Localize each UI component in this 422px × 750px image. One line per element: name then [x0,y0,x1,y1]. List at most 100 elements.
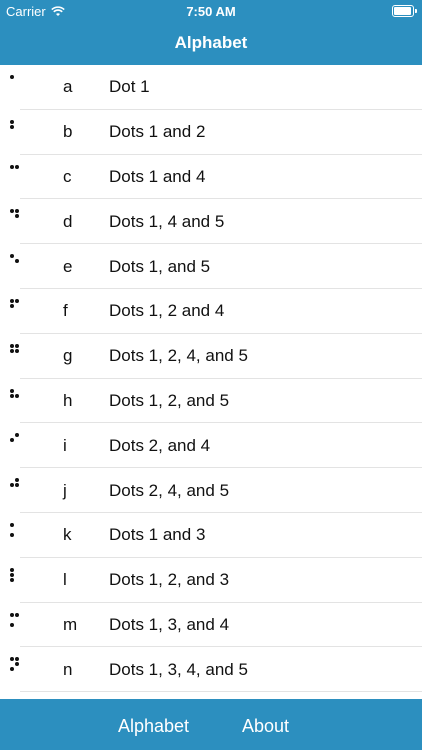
braille-dot [10,164,14,169]
braille-dot [10,572,14,577]
list-item[interactable]: j Dots 2, 4, and 5 [0,468,422,513]
list-item[interactable]: e Dots 1, and 5 [0,244,422,289]
braille-cell-icon [10,612,22,633]
letter-label: d [63,211,73,231]
status-bar: Carrier 7:50 AM [0,0,422,22]
braille-cell-icon [10,75,22,95]
braille-dot [15,214,19,219]
braille-cell-icon [10,388,22,409]
battery-icon [392,5,417,17]
braille-dot [10,522,14,527]
letter-label: k [63,525,72,545]
letter-label: h [63,390,73,410]
braille-dot [15,478,19,483]
braille-dot [10,124,14,129]
list-item[interactable]: i Dots 2, and 4 [0,423,422,468]
dots-description: Dots 1 and 3 [109,525,206,545]
letter-label: a [63,77,73,97]
dots-description: Dots 1, 2 and 4 [109,301,225,321]
list-item[interactable]: f Dots 1, 2 and 4 [0,289,422,334]
list-item[interactable]: b Dots 1 and 2 [0,110,422,155]
braille-dot [10,303,14,308]
braille-dot [15,612,19,617]
braille-cell-icon [10,567,22,588]
braille-cell-icon [10,298,22,319]
braille-dot [15,164,19,169]
tab-bar: Alphabet About [0,699,422,750]
letter-label: e [63,256,73,276]
braille-cell-icon [10,209,22,229]
alphabet-list[interactable]: a Dot 1 b Dots 1 and 2 c Dots 1 and 4 d … [0,65,422,699]
dots-description: Dot 1 [109,77,150,97]
braille-dot [10,577,14,582]
braille-dot [15,393,19,398]
braille-dot [15,343,19,348]
dots-description: Dots 1, 2, and 3 [109,570,230,590]
list-item[interactable]: n Dots 1, 3, 4, and 5 [0,647,422,692]
dots-description: Dots 1, 2, and 5 [109,390,230,410]
letter-label: b [63,122,73,142]
letter-label: j [63,480,67,500]
braille-dot [10,657,14,662]
braille-dot [10,438,14,443]
braille-dot [15,209,19,214]
letter-label: f [63,301,68,321]
list-item[interactable]: g Dots 1, 2, 4, and 5 [0,334,422,379]
letter-label: g [63,346,73,366]
list-item[interactable]: k Dots 1 and 3 [0,513,422,558]
braille-dot [15,483,19,488]
dots-description: Dots 2, and 4 [109,435,211,455]
list-item[interactable]: a Dot 1 [0,65,422,110]
braille-dot [10,119,14,124]
letter-label: n [63,659,73,679]
dots-description: Dots 1, 4 and 5 [109,211,225,231]
braille-cell-icon [10,478,22,498]
braille-cell-icon [10,254,22,274]
letter-label: m [63,614,78,634]
braille-dot [10,209,14,214]
dots-description: Dots 1 and 2 [109,122,206,142]
braille-dot [10,483,14,488]
tab-alphabet[interactable]: Alphabet [118,716,189,737]
braille-dot [10,567,14,572]
braille-cell-icon [10,343,22,364]
braille-dot [10,343,14,348]
tab-about[interactable]: About [242,716,289,737]
dots-description: Dots 1 and 4 [109,166,206,186]
braille-cell-icon [10,164,22,185]
letter-label: i [63,435,67,455]
braille-dot [10,622,14,627]
list-item[interactable]: c Dots 1 and 4 [0,155,422,200]
list-item[interactable]: l Dots 1, 2, and 3 [0,558,422,603]
dots-description: Dots 1, 3, 4, and 5 [109,659,248,679]
letter-label: c [63,166,72,186]
braille-dot [10,75,14,79]
braille-dot [15,433,19,438]
braille-dot [10,532,14,537]
navigation-header: Carrier 7:50 AM Alphabet [0,0,422,65]
letter-label: l [63,570,67,590]
page-title: Alphabet [174,33,248,52]
list-item[interactable]: m Dots 1, 3, and 4 [0,603,422,648]
braille-dot [15,298,19,303]
dots-description: Dots 1, 3, and 4 [109,614,230,634]
list-item[interactable]: d Dots 1, 4 and 5 [0,199,422,244]
dots-description: Dots 2, 4, and 5 [109,480,230,500]
status-time: 7:50 AM [186,4,236,19]
braille-cell-icon [10,433,22,453]
braille-dot [10,388,14,393]
braille-dot [15,259,19,264]
braille-dot [15,662,19,667]
braille-dot [15,657,19,662]
braille-dot [10,254,14,259]
braille-dot [15,348,19,353]
braille-cell-icon [10,657,22,677]
braille-dot [10,393,14,398]
braille-cell-icon [10,119,22,140]
list-item[interactable]: h Dots 1, 2, and 5 [0,379,422,424]
dots-description: Dots 1, 2, 4, and 5 [109,346,248,366]
dots-description: Dots 1, and 5 [109,256,211,276]
braille-cell-icon [10,522,22,543]
braille-dot [10,298,14,303]
braille-dot [10,348,14,353]
